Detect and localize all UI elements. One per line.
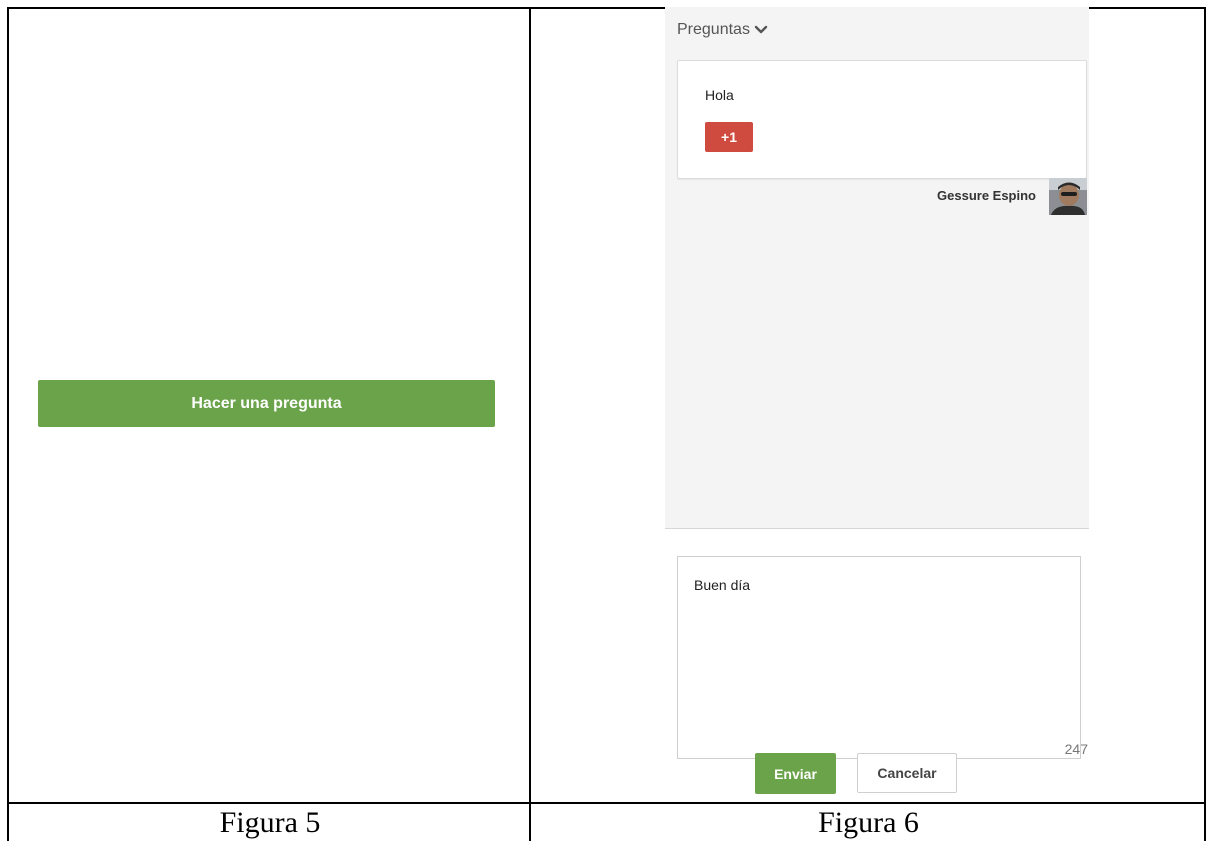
- questions-title: Preguntas: [677, 21, 750, 38]
- char-count: 247: [1064, 741, 1088, 757]
- avatar: [1049, 178, 1087, 215]
- figure-6-caption: Figura 6: [818, 806, 919, 839]
- answer-input[interactable]: Buen día: [677, 556, 1081, 759]
- questions-panel-divider: [665, 528, 1089, 529]
- send-button[interactable]: Enviar: [755, 753, 836, 794]
- plus-one-button[interactable]: +1: [705, 122, 753, 152]
- author-name: Gessure Espino: [937, 188, 1036, 203]
- table-left-border: [7, 7, 9, 841]
- questions-dropdown[interactable]: Preguntas: [677, 18, 768, 42]
- question-card: Hola +1: [677, 60, 1087, 179]
- figure-5-caption: Figura 5: [219, 806, 321, 839]
- table-center-divider: [529, 7, 531, 841]
- table-right-border: [1204, 7, 1206, 841]
- question-text: Hola: [705, 87, 734, 103]
- chevron-down-icon: [754, 25, 768, 35]
- cancel-button[interactable]: Cancelar: [857, 753, 957, 793]
- table-caption-divider: [7, 802, 1206, 804]
- ask-question-button[interactable]: Hacer una pregunta: [38, 380, 495, 427]
